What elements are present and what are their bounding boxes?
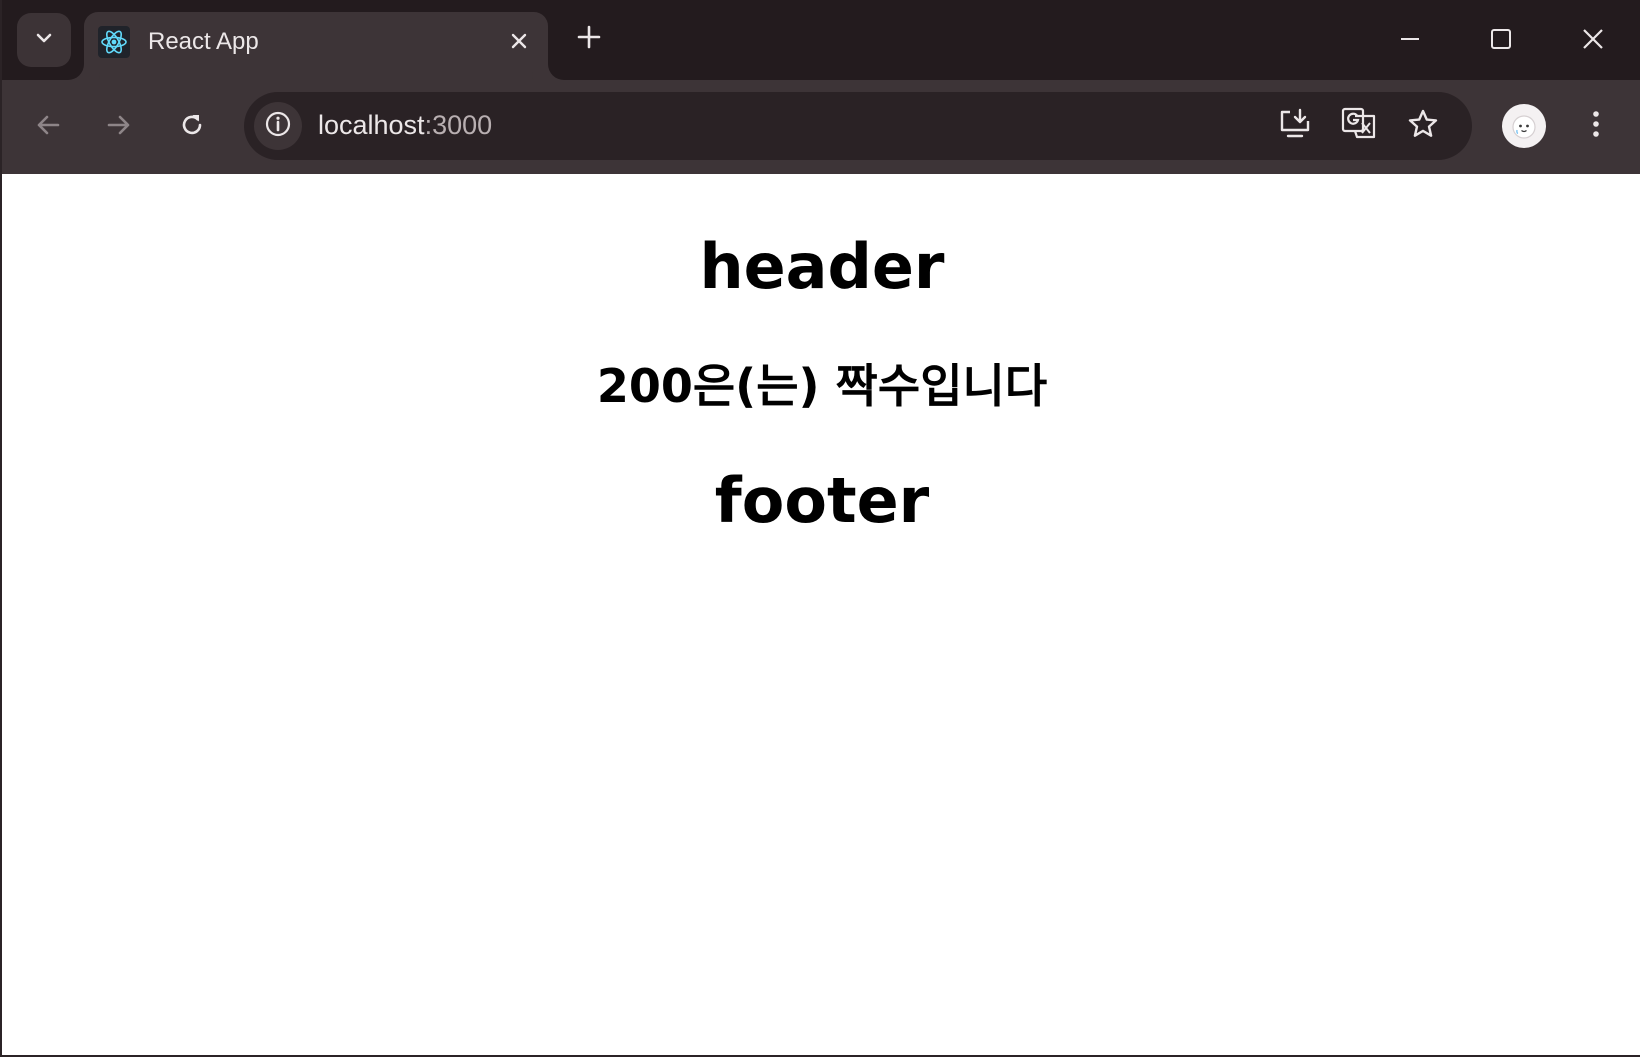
maximize-icon <box>1490 28 1512 54</box>
new-tab-button[interactable] <box>570 20 608 58</box>
close-icon <box>510 32 528 54</box>
browser-window: React App localhost:3000 header 200은(는) … <box>0 0 1640 1057</box>
install-app-button[interactable] <box>1273 104 1317 148</box>
tab-title: React App <box>148 28 259 55</box>
kebab-menu-icon <box>1591 109 1601 143</box>
maximize-button[interactable] <box>1471 12 1531 70</box>
react-logo-icon <box>98 26 130 58</box>
browser-menu-button[interactable] <box>1576 102 1616 150</box>
page-header: header <box>699 230 945 303</box>
forward-button[interactable] <box>94 102 144 152</box>
close-tab-button[interactable] <box>502 26 536 60</box>
minimize-icon <box>1399 28 1421 54</box>
reload-button[interactable] <box>167 102 217 152</box>
arrow-left-icon <box>34 111 62 143</box>
translate-icon <box>1341 106 1377 146</box>
plus-icon <box>577 25 601 53</box>
avatar[interactable] <box>1502 104 1546 148</box>
install-app-icon <box>1278 107 1312 145</box>
translate-button[interactable] <box>1337 104 1381 148</box>
back-button[interactable] <box>23 102 73 152</box>
page-footer: footer <box>714 464 930 537</box>
star-icon <box>1407 108 1439 144</box>
url-text[interactable]: localhost:3000 <box>318 110 492 141</box>
site-info-button[interactable] <box>254 102 302 150</box>
minimize-button[interactable] <box>1380 12 1440 70</box>
page-viewport: header 200은(는) 짝수입니다 footer <box>4 174 1640 1055</box>
bookmark-button[interactable] <box>1401 104 1445 148</box>
tab-search-button[interactable] <box>17 13 71 67</box>
active-tab[interactable]: React App <box>84 12 548 80</box>
info-icon <box>264 110 292 142</box>
url-port: :3000 <box>424 110 493 140</box>
address-bar[interactable]: localhost:3000 <box>244 92 1472 160</box>
browser-toolbar: localhost:3000 <box>2 80 1640 174</box>
reload-icon <box>178 111 206 143</box>
even-number-message: 200은(는) 짝수입니다 <box>596 359 1048 413</box>
tab-strip: React App <box>2 0 1640 80</box>
close-window-button[interactable] <box>1563 12 1623 70</box>
close-icon <box>1582 28 1604 54</box>
url-host: localhost <box>318 110 425 140</box>
arrow-right-icon <box>105 111 133 143</box>
chevron-down-icon <box>33 27 55 53</box>
